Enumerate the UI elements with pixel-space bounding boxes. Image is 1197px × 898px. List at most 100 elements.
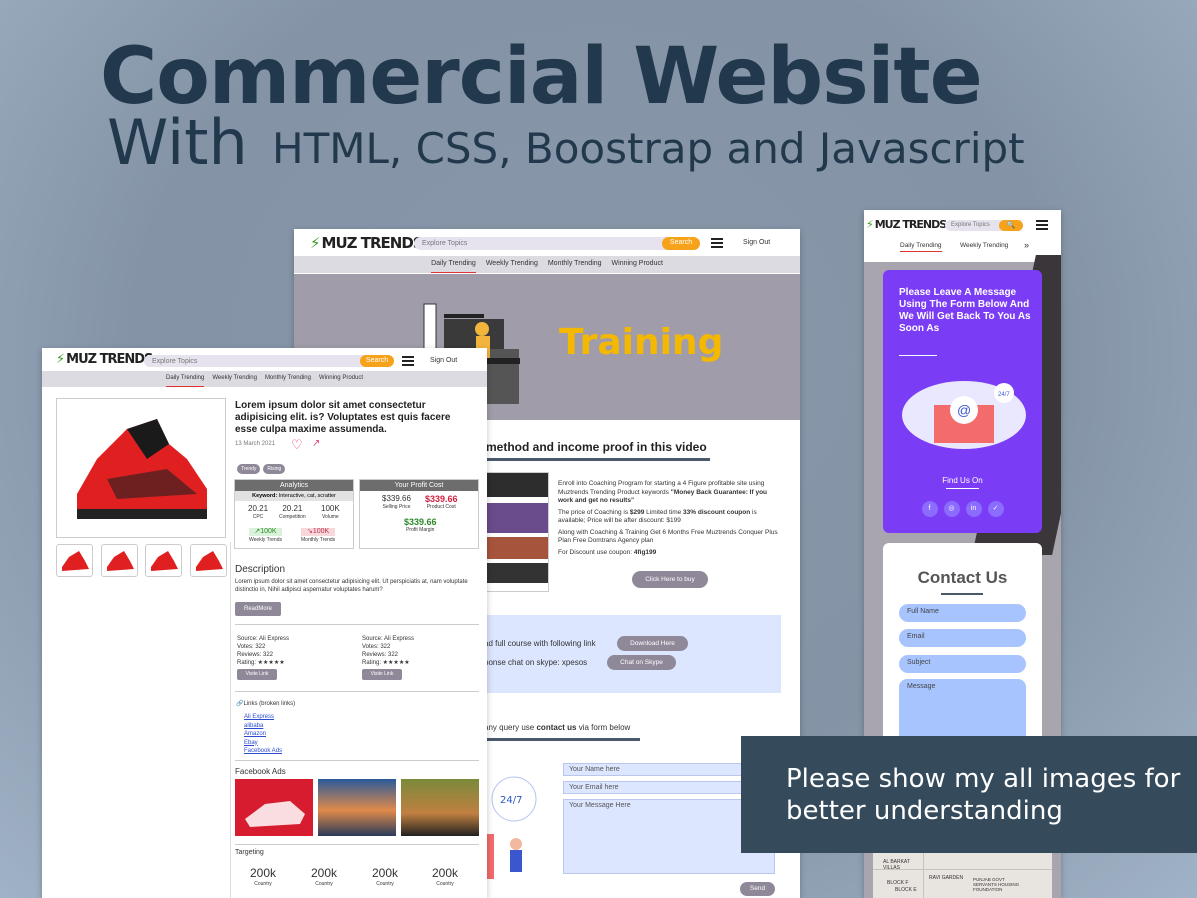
target-stat: 200k Country (250, 866, 277, 887)
weekly-trend-stat: ↗100K Weekly Trends (249, 528, 282, 543)
heart-icon[interactable]: ♡ (291, 437, 303, 453)
request-popup: Please show my all images for better und… (741, 736, 1197, 853)
fb-ads-title: Facebook Ads (235, 767, 286, 776)
skype-text: ponse chat on skype: xpesos (484, 658, 588, 667)
visit-link-button[interactable]: Visite Link (237, 669, 277, 680)
cta-text: Please Leave A Message Using The Form Be… (899, 287, 1031, 334)
source-block: Source: Ali Express Votes: 322 Reviews: 32… (237, 636, 290, 666)
menu-icon[interactable] (402, 356, 414, 366)
main-nav: Daily Trending Weekly Trending Monthly T… (42, 371, 487, 387)
mobile-tab-daily[interactable]: Daily Trending (900, 242, 942, 252)
thumbnail[interactable] (190, 544, 227, 577)
mobile-tab-weekly[interactable]: Weekly Trending (960, 242, 1008, 249)
section-title: method and income proof in this video (486, 440, 707, 454)
tab-winning[interactable]: Winning Product (612, 260, 663, 273)
divider (235, 691, 479, 692)
tag[interactable]: Rising (263, 464, 286, 474)
query-underline (484, 738, 640, 741)
link-item[interactable]: Facebook Ads (244, 747, 282, 756)
thumbnail[interactable] (101, 544, 138, 577)
coaching-text: Enroll into Coaching Program for startin… (558, 480, 778, 556)
target-stat: 200k Country (311, 866, 338, 887)
profit-box: Your Profit Cost $339.66 Selling Price $3… (359, 479, 479, 549)
twitter-icon[interactable]: ✓ (987, 501, 1004, 517)
hero-title: Training (559, 322, 724, 363)
svg-text:24/7: 24/7 (998, 392, 1010, 398)
search-button[interactable]: Search (360, 355, 394, 367)
tags: Trendy Rising (237, 457, 288, 475)
logo[interactable]: ⚡ MUZ TRENDS (310, 234, 424, 252)
targeting-title: Targeting (235, 849, 264, 856)
read-more-button[interactable]: ReadMore (235, 602, 281, 616)
map-label: RAVI GARDEN (929, 875, 964, 881)
thumbnail[interactable] (145, 544, 182, 577)
logo[interactable]: ⚡ MUZ TRENDS (56, 352, 153, 367)
product-title: Lorem ipsum dolor sit amet consectetur a… (235, 400, 451, 435)
trend-icon[interactable]: ↗ (312, 438, 320, 449)
logo-icon: ⚡ (866, 218, 874, 231)
tab-monthly[interactable]: Monthly Trending (265, 375, 311, 387)
map-label: BLOCK F (887, 880, 909, 886)
tab-monthly[interactable]: Monthly Trending (548, 260, 602, 273)
tab-daily[interactable]: Daily Trending (431, 260, 476, 273)
query-text: any query use contact us via form below (484, 723, 631, 732)
video-thumbnail[interactable] (486, 472, 549, 592)
tab-weekly[interactable]: Weekly Trending (212, 375, 257, 387)
main-nav: Daily Trending Weekly Trending Monthly T… (294, 256, 800, 273)
send-button[interactable]: Send (740, 882, 775, 896)
svg-text:@: @ (957, 402, 971, 418)
instagram-icon[interactable]: ◎ (943, 501, 960, 517)
ad-image[interactable] (401, 779, 479, 836)
buy-button[interactable]: Click Here to buy (632, 571, 708, 588)
search-input[interactable]: Explore Topics (144, 355, 390, 367)
subject-field[interactable]: Subject (899, 655, 1026, 673)
ad-image[interactable] (318, 779, 396, 836)
tab-daily[interactable]: Daily Trending (166, 375, 205, 387)
keyword-row: Keyword: Interactive, cat, scratter (235, 491, 353, 501)
message-illustration: @ 24/7 (902, 381, 1026, 449)
support-illustration: 24/7 (484, 776, 537, 879)
logo-icon: ⚡ (310, 234, 321, 252)
svg-text:24/7: 24/7 (500, 795, 522, 806)
competition-stat: 20.21 Competition (279, 504, 306, 521)
link-item[interactable]: Ali Express (244, 713, 282, 722)
headline-with: With (107, 106, 248, 179)
sign-out-link[interactable]: Sign Out (743, 239, 770, 246)
menu-icon[interactable] (711, 238, 723, 248)
source-block: Source: Ali Express Votes: 322 Reviews: 32… (362, 636, 415, 666)
mobile-menu-icon[interactable] (1036, 220, 1048, 230)
profit-margin: $339.66 Profit Margin (404, 517, 437, 534)
tab-weekly[interactable]: Weekly Trending (486, 260, 538, 273)
tag[interactable]: Trendy (237, 464, 261, 474)
selling-price: $339.66 Selling Price (382, 494, 411, 511)
email-field[interactable]: Email (899, 629, 1026, 647)
tab-winning[interactable]: Winning Product (319, 375, 363, 387)
thumbnail[interactable] (56, 544, 93, 577)
search-input[interactable]: Explore Topics (414, 237, 684, 250)
link-item[interactable]: alibaba (244, 722, 282, 731)
link-item[interactable]: Amazon (244, 730, 282, 739)
skype-button[interactable]: Chat on Skype (607, 655, 676, 670)
links-title: 🔗Links (broken links) (236, 701, 296, 707)
mobile-search-button[interactable]: 🔍 (999, 220, 1023, 231)
section-underline (484, 458, 710, 461)
chevron-right-icon[interactable]: » (1024, 240, 1029, 250)
ad-image[interactable] (235, 779, 313, 836)
product-image[interactable] (56, 398, 226, 538)
link-item[interactable]: Ebay (244, 739, 282, 748)
map[interactable]: AL BARKAT VILLAS RAVI GARDEN PUNJAB GOVT… (873, 853, 1052, 898)
map-label: AL BARKAT VILLAS (883, 859, 910, 871)
cpc-stat: 20.21 CPC (248, 504, 269, 521)
facebook-icon[interactable]: f (921, 501, 938, 517)
full-name-field[interactable]: Full Name (899, 604, 1026, 622)
linkedin-icon[interactable]: in (965, 501, 982, 517)
download-button[interactable]: Download Here (617, 636, 688, 651)
map-label: PUNJAB GOVT SERVANTS HOUSING FOUNDATION (973, 877, 1020, 892)
sign-out-link[interactable]: Sign Out (430, 357, 457, 364)
search-icon: 🔍 (1006, 222, 1016, 229)
search-button[interactable]: Search (662, 237, 700, 250)
mobile-logo[interactable]: ⚡ MUZ TRENDS (866, 218, 947, 231)
volume-stat: 100K Volume (321, 504, 340, 521)
cta-card: Please Leave A Message Using The Form Be… (883, 270, 1042, 533)
visit-link-button[interactable]: Visite Link (362, 669, 402, 680)
